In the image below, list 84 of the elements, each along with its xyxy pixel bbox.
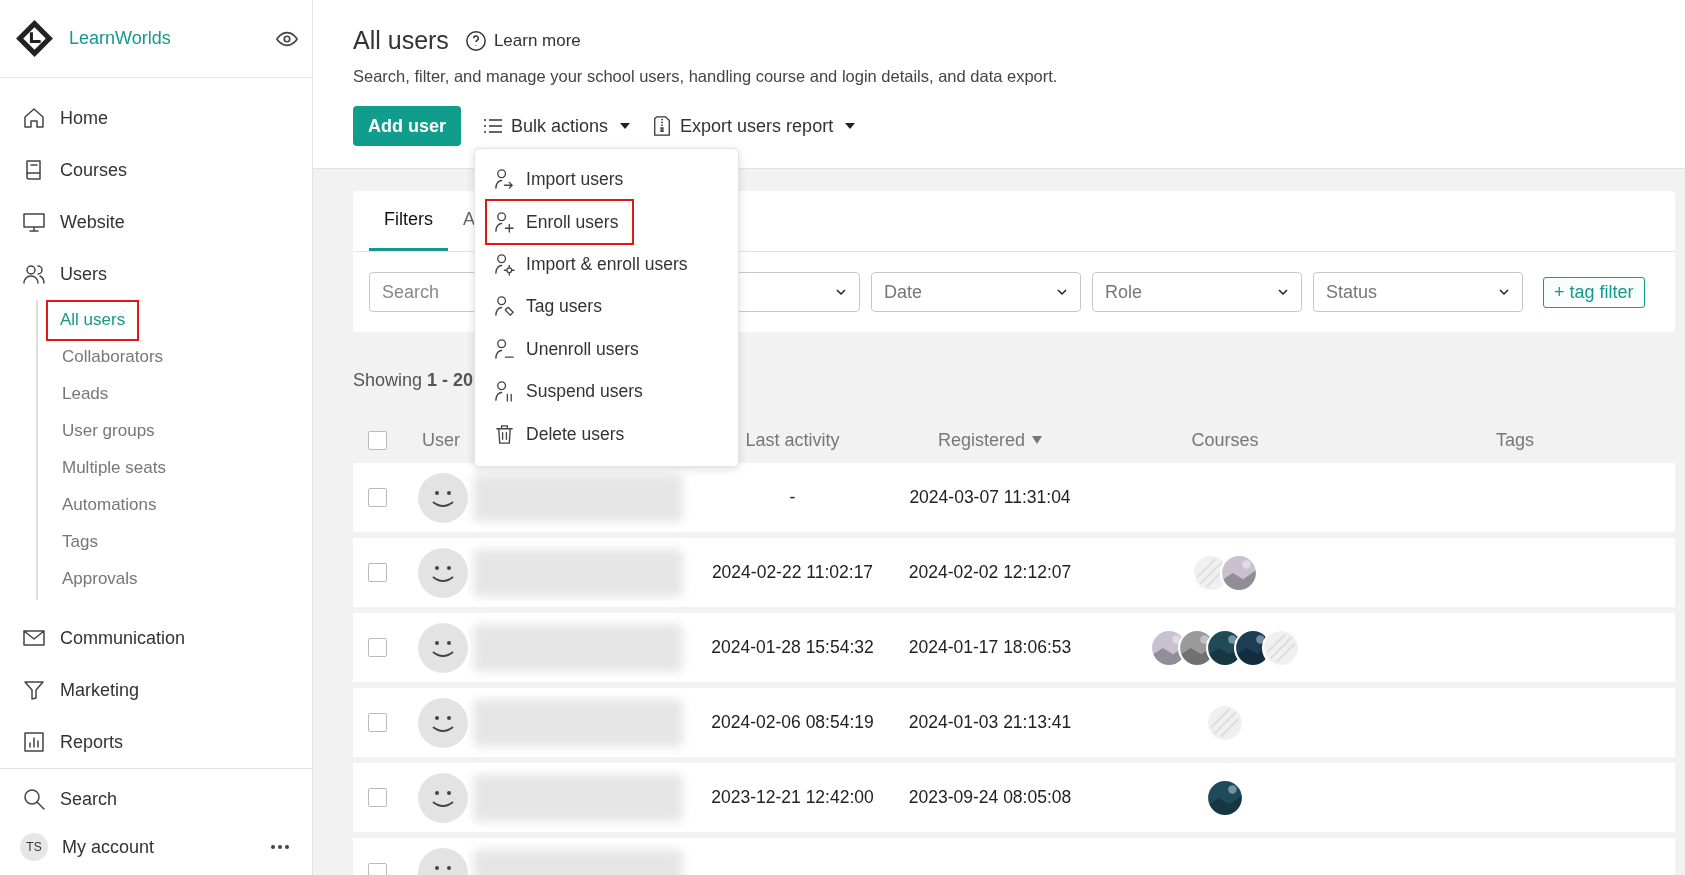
table-cell: 2023-12-21 12:42:00 bbox=[711, 787, 874, 807]
nav-subitem[interactable]: Automations bbox=[36, 487, 157, 524]
nav-subitem[interactable]: All users bbox=[48, 302, 138, 339]
search-icon bbox=[22, 787, 46, 811]
nav-item[interactable]: Courses bbox=[0, 144, 312, 196]
table-cell: 2024-02-06 08:54:19 bbox=[711, 712, 874, 732]
nav-subitem[interactable]: Leads bbox=[36, 376, 109, 413]
page-description: Search, filter, and manage your school users, handling course and login details, and data export. bbox=[353, 67, 1059, 86]
more-icon[interactable] bbox=[270, 844, 290, 850]
help-icon bbox=[464, 29, 487, 52]
table-cell: 2024-01-28 15:54:32 bbox=[711, 637, 874, 657]
bulk-actions-button[interactable]: Bulk actions bbox=[483, 115, 631, 137]
table-cell: 2024-03-07 11:31:04 bbox=[909, 487, 1071, 507]
nav-subitem[interactable]: Approvals bbox=[36, 561, 138, 598]
menu-item[interactable]: Enroll users bbox=[487, 201, 633, 243]
home-icon bbox=[22, 106, 46, 130]
menu-item[interactable]: Import & enroll users bbox=[475, 243, 700, 286]
placeholder-thumbnail bbox=[1262, 628, 1300, 667]
smiley-avatar-icon bbox=[418, 772, 468, 823]
nav-subitem[interactable]: Collaborators bbox=[36, 339, 164, 376]
row-checkbox[interactable] bbox=[368, 713, 387, 732]
nav-subitem[interactable]: User groups bbox=[36, 413, 155, 450]
nav-item[interactable]: Website bbox=[0, 196, 312, 248]
table-cell: - bbox=[789, 487, 796, 507]
chevron-down-icon bbox=[835, 288, 847, 296]
row-checkbox[interactable] bbox=[368, 488, 387, 507]
menu-item[interactable]: Import users bbox=[475, 158, 636, 201]
column-header[interactable]: Registered bbox=[885, 429, 1095, 451]
nav-item[interactable]: Marketing bbox=[0, 664, 312, 716]
nav-item[interactable]: Search bbox=[0, 775, 312, 823]
menu-item[interactable]: Tag users bbox=[475, 285, 614, 328]
export-report-button[interactable]: Export users report bbox=[652, 115, 856, 137]
nav-item[interactable]: Reports bbox=[0, 716, 312, 768]
person-icon bbox=[493, 295, 516, 319]
column-header[interactable]: Tags bbox=[1355, 429, 1675, 451]
logo-icon bbox=[14, 18, 55, 59]
funnel-icon bbox=[22, 678, 46, 702]
brand-name: LearnWorlds bbox=[69, 28, 172, 49]
person-icon bbox=[493, 210, 516, 234]
nav-subitem[interactable]: Tags bbox=[36, 524, 98, 561]
row-checkbox[interactable] bbox=[368, 563, 387, 582]
users-icon bbox=[22, 262, 46, 286]
smiley-avatar-icon bbox=[418, 547, 468, 598]
placeholder-thumbnail bbox=[1206, 703, 1244, 742]
table-cell: 2024-02-02 12:12:07 bbox=[908, 562, 1072, 582]
chevron-down-icon bbox=[1056, 288, 1068, 296]
initials-avatar: TS bbox=[20, 833, 48, 861]
nav-item[interactable]: Home bbox=[0, 92, 312, 144]
person-icon bbox=[493, 337, 516, 361]
column-header[interactable]: Courses bbox=[1095, 429, 1355, 451]
row-checkbox[interactable] bbox=[368, 638, 387, 657]
select-all-checkbox[interactable] bbox=[368, 430, 387, 450]
menu-item[interactable]: Suspend users bbox=[475, 370, 655, 413]
zip-file-icon bbox=[652, 116, 673, 136]
smiley-avatar-icon bbox=[418, 622, 468, 673]
page-title: All users bbox=[353, 26, 449, 55]
table-cell: 2024-01-03 21:13:41 bbox=[908, 712, 1072, 732]
chevron-down-icon bbox=[1277, 288, 1289, 296]
results-count: Showing 1 - 20 bbox=[353, 370, 475, 391]
nav-item[interactable]: Users bbox=[0, 248, 312, 300]
dropdown-field[interactable]: Role bbox=[1092, 272, 1302, 312]
dropdown-field[interactable]: Status bbox=[1313, 272, 1523, 312]
list-icon bbox=[483, 116, 503, 136]
chevron-down-icon bbox=[1498, 288, 1510, 296]
smiley-avatar-icon bbox=[418, 697, 468, 748]
person-icon bbox=[493, 168, 516, 192]
table-cell: 2024-02-22 11:02:17 bbox=[711, 562, 874, 582]
monitor-icon bbox=[22, 210, 46, 234]
table-cell: 2023-09-24 08:05:08 bbox=[908, 787, 1072, 807]
dropdown-field[interactable]: Date bbox=[871, 272, 1081, 312]
nav-item[interactable]: TS My account bbox=[0, 823, 312, 871]
menu-item[interactable]: Delete users bbox=[475, 413, 637, 456]
person-icon bbox=[493, 252, 516, 276]
chart-icon bbox=[22, 730, 46, 754]
trash-icon bbox=[493, 422, 516, 446]
table-cell: 2024-01-17 18:06:53 bbox=[908, 637, 1072, 657]
tag-filter-button[interactable]: + tag filter bbox=[1543, 276, 1645, 308]
nav-subitem[interactable]: Multiple seats bbox=[36, 450, 166, 487]
row-checkbox[interactable] bbox=[368, 788, 387, 807]
learn-more-link[interactable]: Learn more bbox=[464, 29, 581, 52]
smiley-avatar-icon bbox=[418, 472, 468, 523]
nav-item[interactable]: Communication bbox=[0, 612, 312, 664]
tab[interactable]: Filters bbox=[369, 191, 448, 251]
menu-item[interactable]: Unenroll users bbox=[475, 328, 651, 371]
